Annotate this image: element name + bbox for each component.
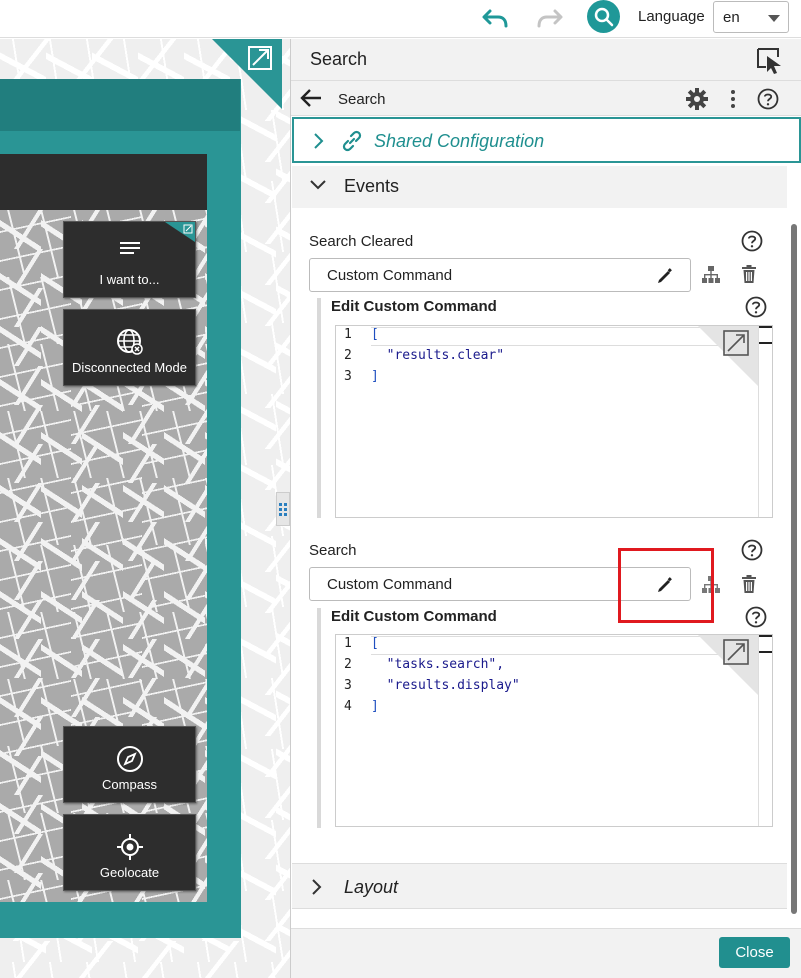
pencil-edit-icon[interactable] <box>656 267 674 285</box>
app-toolbar <box>0 154 207 210</box>
code-text: [ <box>371 636 379 651</box>
line-number: 1 <box>344 327 352 342</box>
hierarchy-icon[interactable] <box>701 265 721 285</box>
geolocate-label: Geolocate <box>99 865 160 880</box>
edit-custom-command-label: Edit Custom Command <box>331 298 497 315</box>
expand-editor-icon[interactable] <box>698 326 758 386</box>
settings-panel: Search Search Shared Configuration Event… <box>290 39 801 978</box>
help-icon[interactable] <box>745 606 767 628</box>
code-text: "tasks.search", <box>371 657 505 672</box>
gear-icon[interactable] <box>684 86 710 112</box>
i-want-to-label: I want to... <box>99 272 160 287</box>
select-element-icon[interactable] <box>756 47 784 75</box>
i-want-to-button[interactable]: I want to... <box>63 221 196 298</box>
line-number: 4 <box>344 699 352 714</box>
link-icon <box>342 130 362 152</box>
panel-scrollbar[interactable] <box>789 164 799 924</box>
external-link-icon <box>165 222 195 242</box>
trash-icon[interactable] <box>739 574 759 594</box>
globe-offline-icon <box>64 328 195 356</box>
command-type-select[interactable]: Custom Command <box>309 567 691 601</box>
code-editor[interactable]: 1 [ 2 "results.clear" 3] <box>335 325 773 518</box>
open-external-icon[interactable] <box>212 39 282 109</box>
compass-label: Compass <box>102 777 157 792</box>
event-label-search: Search <box>309 542 357 559</box>
command-type-select[interactable]: Custom Command <box>309 258 691 292</box>
line-number: 1 <box>344 636 352 651</box>
help-icon[interactable] <box>745 296 767 318</box>
hierarchy-icon[interactable] <box>701 575 721 595</box>
disconnected-mode-button[interactable]: Disconnected Mode <box>63 309 196 386</box>
help-icon[interactable] <box>741 539 763 561</box>
chevron-right-icon <box>314 133 324 149</box>
layout-section-header[interactable]: Layout <box>292 863 787 909</box>
line-number: 3 <box>344 369 352 384</box>
app-preview-header <box>0 79 240 131</box>
line-number: 2 <box>344 348 352 363</box>
trash-icon[interactable] <box>739 264 759 284</box>
editor-scrollbar[interactable] <box>758 635 772 826</box>
editor-scroll-thumb[interactable] <box>759 326 772 344</box>
line-number: 2 <box>344 657 352 672</box>
code-text: "results.clear" <box>371 348 505 363</box>
compass-icon <box>64 745 195 773</box>
events-section-header[interactable]: Events <box>292 166 787 208</box>
search-icon[interactable] <box>587 0 620 33</box>
geolocate-button[interactable]: Geolocate <box>63 814 196 891</box>
line-number: 3 <box>344 678 352 693</box>
chevron-right-icon <box>312 879 322 895</box>
command-type-value: Custom Command <box>327 267 453 284</box>
subheader-title: Search <box>338 91 386 108</box>
command-type-value: Custom Command <box>327 576 453 593</box>
disconnected-mode-label: Disconnected Mode <box>72 360 187 375</box>
code-text: ] <box>371 369 379 384</box>
back-arrow-icon[interactable] <box>299 85 325 111</box>
help-icon[interactable] <box>741 230 763 252</box>
events-section-label: Events <box>344 176 400 196</box>
language-value: en <box>723 9 740 26</box>
help-icon[interactable] <box>755 86 781 112</box>
event-label-search-cleared: Search Cleared <box>309 233 414 250</box>
top-toolbar: Language en <box>0 0 801 38</box>
editor-scroll-thumb[interactable] <box>759 635 772 653</box>
code-editor[interactable]: 1 [ 2 "tasks.search", 3 "results.display"… <box>335 634 773 827</box>
language-label: Language <box>638 8 705 25</box>
code-line: 4] <box>336 699 772 719</box>
undo-arrow-icon[interactable] <box>480 4 510 34</box>
chevron-down-icon <box>768 15 780 22</box>
expand-editor-icon[interactable] <box>698 635 758 695</box>
code-text: "results.display" <box>371 678 520 693</box>
shared-configuration-label: Shared Configuration <box>374 131 545 151</box>
panel-footer: Close <box>291 928 801 978</box>
panel-header: Search <box>291 39 801 81</box>
edit-custom-command-label: Edit Custom Command <box>331 608 497 625</box>
grip-dots-icon <box>279 503 287 516</box>
edit-custom-command-block: Edit Custom Command 1 [ 2 "tasks.search",… <box>317 606 773 828</box>
close-button[interactable]: Close <box>719 937 790 968</box>
crosshair-icon <box>64 833 195 861</box>
redo-arrow-icon[interactable] <box>535 4 565 34</box>
panel-subheader: Search <box>291 81 801 116</box>
menu-lines-icon <box>64 240 195 258</box>
code-text: ] <box>371 699 379 714</box>
panel-scroll-thumb[interactable] <box>791 224 797 914</box>
panel-title: Search <box>310 49 368 69</box>
compass-button[interactable]: Compass <box>63 726 196 803</box>
edit-custom-command-block: Edit Custom Command 1 [ 2 "results.clear"… <box>317 296 773 518</box>
chevron-down-icon <box>310 180 326 190</box>
code-text: [ <box>371 327 379 342</box>
layout-section-label: Layout <box>344 877 399 897</box>
language-select[interactable]: en <box>713 1 789 33</box>
editor-scrollbar[interactable] <box>758 326 772 517</box>
shared-configuration-section[interactable]: Shared Configuration <box>292 117 801 163</box>
pencil-edit-icon[interactable] <box>656 576 674 594</box>
panel-resize-handle[interactable] <box>276 492 290 526</box>
more-options-icon[interactable] <box>720 86 746 112</box>
